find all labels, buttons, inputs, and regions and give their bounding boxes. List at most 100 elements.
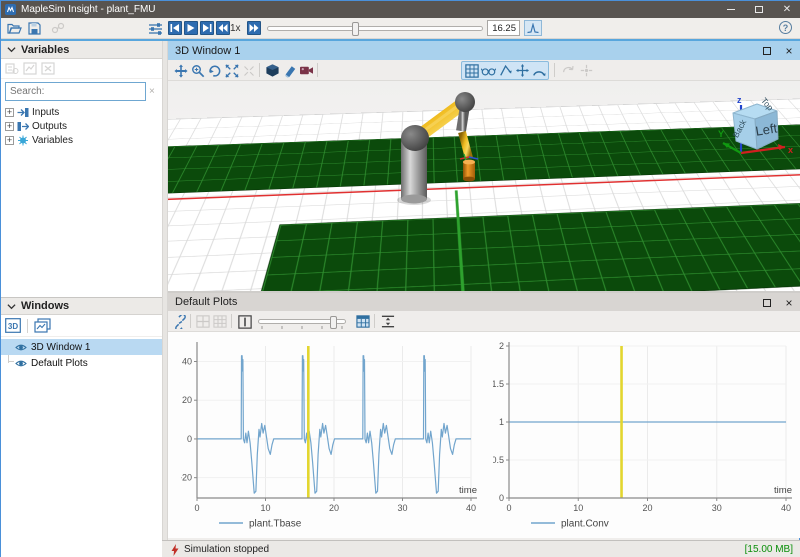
simulation-settings-button[interactable] bbox=[147, 20, 164, 36]
window-item-label: 3D Window 1 bbox=[31, 342, 90, 353]
visibility-eye-icon[interactable] bbox=[15, 358, 27, 369]
cursor-toggle-button[interactable] bbox=[236, 313, 253, 330]
fit-view-button[interactable] bbox=[223, 62, 240, 79]
window-title: MapleSim Insight - plant_FMU bbox=[21, 4, 156, 15]
collapse-view-button[interactable] bbox=[240, 62, 257, 79]
show-trace-button[interactable] bbox=[530, 62, 547, 79]
windows-panel-header[interactable]: Windows bbox=[1, 297, 162, 315]
layout-3x3-icon bbox=[213, 315, 227, 328]
tune-sliders-icon bbox=[148, 22, 163, 35]
rotate-button[interactable] bbox=[206, 62, 223, 79]
robot-shoulder-joint bbox=[401, 125, 429, 151]
fit-vertical-button[interactable] bbox=[379, 313, 396, 330]
show-values-table-button[interactable] bbox=[354, 313, 371, 330]
search-clear-icon[interactable]: × bbox=[149, 86, 155, 97]
chart-plant-tbase[interactable]: 010203040-2002040timeplant.Tbase bbox=[181, 337, 491, 537]
show-grid-button[interactable] bbox=[463, 62, 480, 79]
plot-variable-icon[interactable] bbox=[23, 62, 37, 75]
3d-window-title: 3D Window 1 bbox=[175, 45, 240, 57]
window-list-item-plots[interactable]: Default Plots bbox=[1, 355, 162, 371]
variables-panel-header[interactable]: Variables bbox=[1, 41, 162, 59]
skip-to-end-button[interactable] bbox=[200, 21, 214, 35]
3d-close-button[interactable]: × bbox=[781, 43, 797, 58]
plots-maximize-button[interactable] bbox=[759, 295, 775, 310]
y-tick-label: 0 bbox=[499, 493, 504, 503]
variables-tree: + Inputs + Outputs + bbox=[1, 103, 162, 147]
time-slider[interactable] bbox=[267, 26, 483, 31]
faster-button[interactable] bbox=[247, 21, 261, 35]
skip-to-end-icon bbox=[202, 24, 212, 32]
legend-label: plant.Tbase bbox=[249, 519, 302, 530]
plots-window-title: Default Plots bbox=[175, 296, 237, 308]
table-icon bbox=[356, 315, 370, 328]
lightning-icon bbox=[171, 544, 179, 556]
remove-variable-icon[interactable] bbox=[41, 62, 55, 75]
axes-glasses-icon bbox=[481, 64, 496, 77]
window-list-item-3d[interactable]: 3D Window 1 bbox=[1, 339, 162, 355]
close-button[interactable]: ✕ bbox=[773, 1, 800, 18]
layout-2x2-icon bbox=[196, 315, 210, 328]
time-slider-thumb[interactable] bbox=[352, 22, 359, 36]
zoom-button[interactable] bbox=[189, 62, 206, 79]
3d-viewport[interactable]: x Y z Top Back Left bbox=[168, 81, 800, 291]
expand-icon[interactable]: + bbox=[5, 136, 14, 145]
minimize-button[interactable] bbox=[717, 1, 745, 18]
plots-window-titlebar[interactable]: Default Plots × bbox=[168, 293, 800, 311]
open-button[interactable] bbox=[6, 20, 23, 36]
y-tick-label: 1 bbox=[499, 417, 504, 427]
plots-area[interactable]: 010203040-2002040timeplant.Tbase 0102030… bbox=[168, 332, 800, 538]
pan-button[interactable] bbox=[172, 62, 189, 79]
view-cube[interactable]: x Y z Top Back Left bbox=[715, 87, 793, 165]
time-value-field[interactable]: 16.25 bbox=[487, 20, 520, 36]
expand-icon[interactable]: + bbox=[5, 108, 14, 117]
play-button[interactable] bbox=[184, 21, 198, 35]
link-probes-button[interactable] bbox=[49, 20, 66, 36]
plots-close-button[interactable]: × bbox=[781, 295, 797, 310]
grid-layout-button[interactable] bbox=[194, 313, 211, 330]
tree-item-outputs[interactable]: + Outputs bbox=[5, 120, 162, 133]
tree-item-variables[interactable]: + Variables bbox=[5, 134, 162, 147]
link-cursors-button[interactable] bbox=[172, 313, 189, 330]
camera-tracking-button[interactable] bbox=[298, 62, 315, 79]
follow-body-button[interactable] bbox=[578, 62, 595, 79]
tree-item-inputs[interactable]: + Inputs bbox=[5, 106, 162, 119]
show-joints-button[interactable] bbox=[514, 62, 531, 79]
save-button[interactable] bbox=[26, 20, 43, 36]
shaded-view-button[interactable] bbox=[264, 62, 281, 79]
close-icon: × bbox=[785, 44, 792, 58]
new-3d-window-icon[interactable]: 3D bbox=[5, 318, 21, 333]
window-item-label: Default Plots bbox=[31, 358, 88, 369]
tree-item-label: Outputs bbox=[32, 121, 67, 132]
search-input[interactable] bbox=[5, 82, 146, 101]
slower-button[interactable] bbox=[216, 21, 230, 35]
y-tick-label: 0.5 bbox=[493, 455, 504, 465]
visibility-eye-icon[interactable] bbox=[15, 342, 27, 353]
x-tick-label: 10 bbox=[573, 503, 583, 513]
new-plot-window-icon[interactable] bbox=[34, 318, 51, 333]
titlebar: MapleSim Insight - plant_FMU ✕ bbox=[1, 1, 800, 18]
skip-to-start-icon bbox=[170, 24, 180, 32]
robot-elbow-joint bbox=[455, 92, 475, 112]
cursor-slider[interactable] bbox=[258, 319, 346, 324]
maplesim-insight-window: MapleSim Insight - plant_FMU ✕ bbox=[0, 0, 800, 557]
wireframe-toggle-button[interactable] bbox=[281, 62, 298, 79]
vector-angle-icon bbox=[499, 64, 513, 77]
probe-values-button[interactable] bbox=[524, 20, 542, 36]
3d-maximize-button[interactable] bbox=[759, 43, 775, 58]
robot-end-effector bbox=[463, 160, 475, 182]
expand-icon[interactable]: + bbox=[5, 122, 14, 131]
reset-view-button[interactable] bbox=[560, 62, 577, 79]
show-axes-button[interactable] bbox=[480, 62, 497, 79]
show-force-arrows-button[interactable] bbox=[497, 62, 514, 79]
chart-plant-conv[interactable]: 01020304000.511.52timeplant.Conv bbox=[493, 337, 800, 537]
skip-to-start-button[interactable] bbox=[168, 21, 182, 35]
chevron-down-icon bbox=[7, 46, 16, 53]
3d-window-titlebar[interactable]: 3D Window 1 × bbox=[168, 41, 800, 60]
watch-variable-icon[interactable] bbox=[5, 62, 19, 75]
x-tick-label: 20 bbox=[329, 503, 339, 513]
help-button[interactable]: ? bbox=[779, 21, 792, 34]
maximize-button[interactable] bbox=[745, 1, 773, 18]
dense-layout-button[interactable] bbox=[211, 313, 228, 330]
windows-toolbar: 3D bbox=[1, 315, 162, 337]
camera-icon bbox=[299, 64, 314, 77]
